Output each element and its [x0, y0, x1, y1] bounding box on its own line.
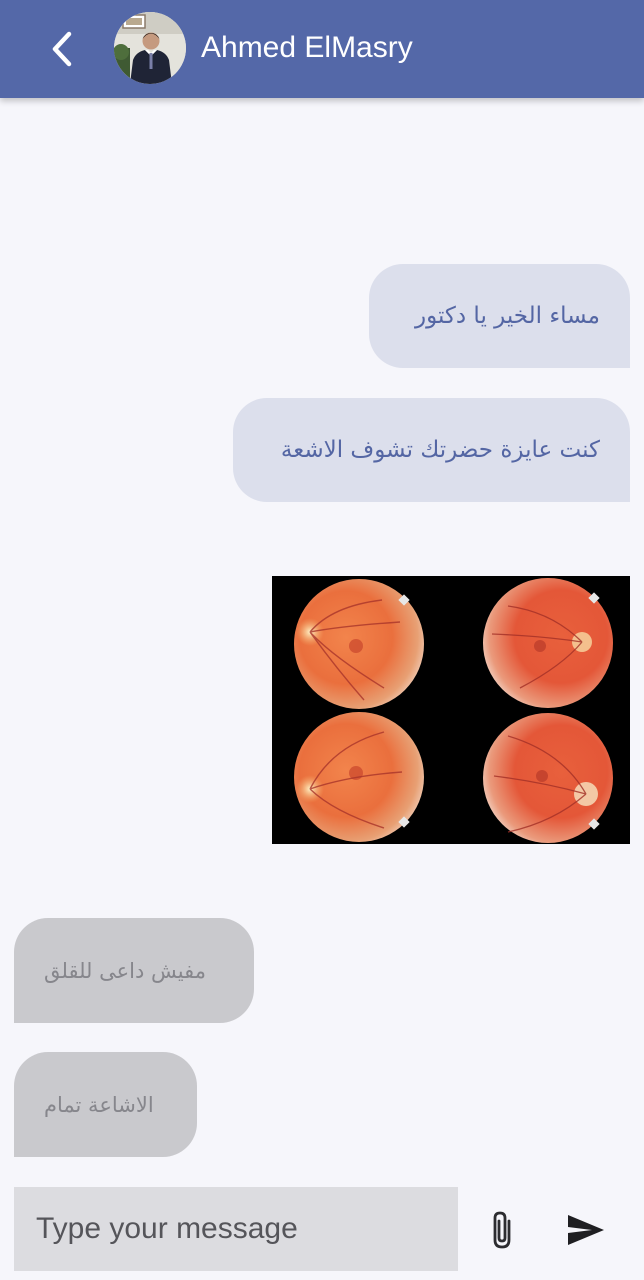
avatar-photo: [114, 12, 186, 84]
back-button[interactable]: [40, 27, 84, 71]
outgoing-message-bubble[interactable]: مساء الخير يا دكتور: [369, 264, 630, 368]
attach-button[interactable]: [482, 1206, 522, 1254]
message-text: كنت عايزة حضرتك تشوف الاشعة: [280, 437, 600, 463]
outgoing-message-bubble[interactable]: كنت عايزة حضرتك تشوف الاشعة: [233, 398, 630, 502]
app-bar: Ahmed ElMasry: [0, 0, 644, 98]
message-text: الاشاعة تمام: [44, 1092, 154, 1117]
avatar[interactable]: [114, 12, 186, 84]
message-input[interactable]: [14, 1187, 458, 1271]
contact-name[interactable]: Ahmed ElMasry: [201, 28, 413, 68]
retina-top-right: [483, 578, 613, 708]
incoming-message-bubble[interactable]: الاشاعة تمام: [14, 1052, 197, 1157]
paperclip-icon: [493, 1211, 511, 1249]
chevron-left-icon: [52, 31, 72, 67]
retina-top-left: [294, 579, 424, 709]
retina-bottom-right: [483, 713, 613, 843]
incoming-message-bubble[interactable]: مفيش داعى للقلق: [14, 918, 254, 1023]
retinal-scan-image[interactable]: [272, 576, 630, 844]
send-button[interactable]: [562, 1208, 610, 1252]
message-text: مفيش داعى للقلق: [44, 958, 206, 983]
message-text: مساء الخير يا دكتور: [415, 303, 600, 329]
retina-bottom-left: [294, 712, 424, 842]
send-icon: [568, 1215, 604, 1245]
